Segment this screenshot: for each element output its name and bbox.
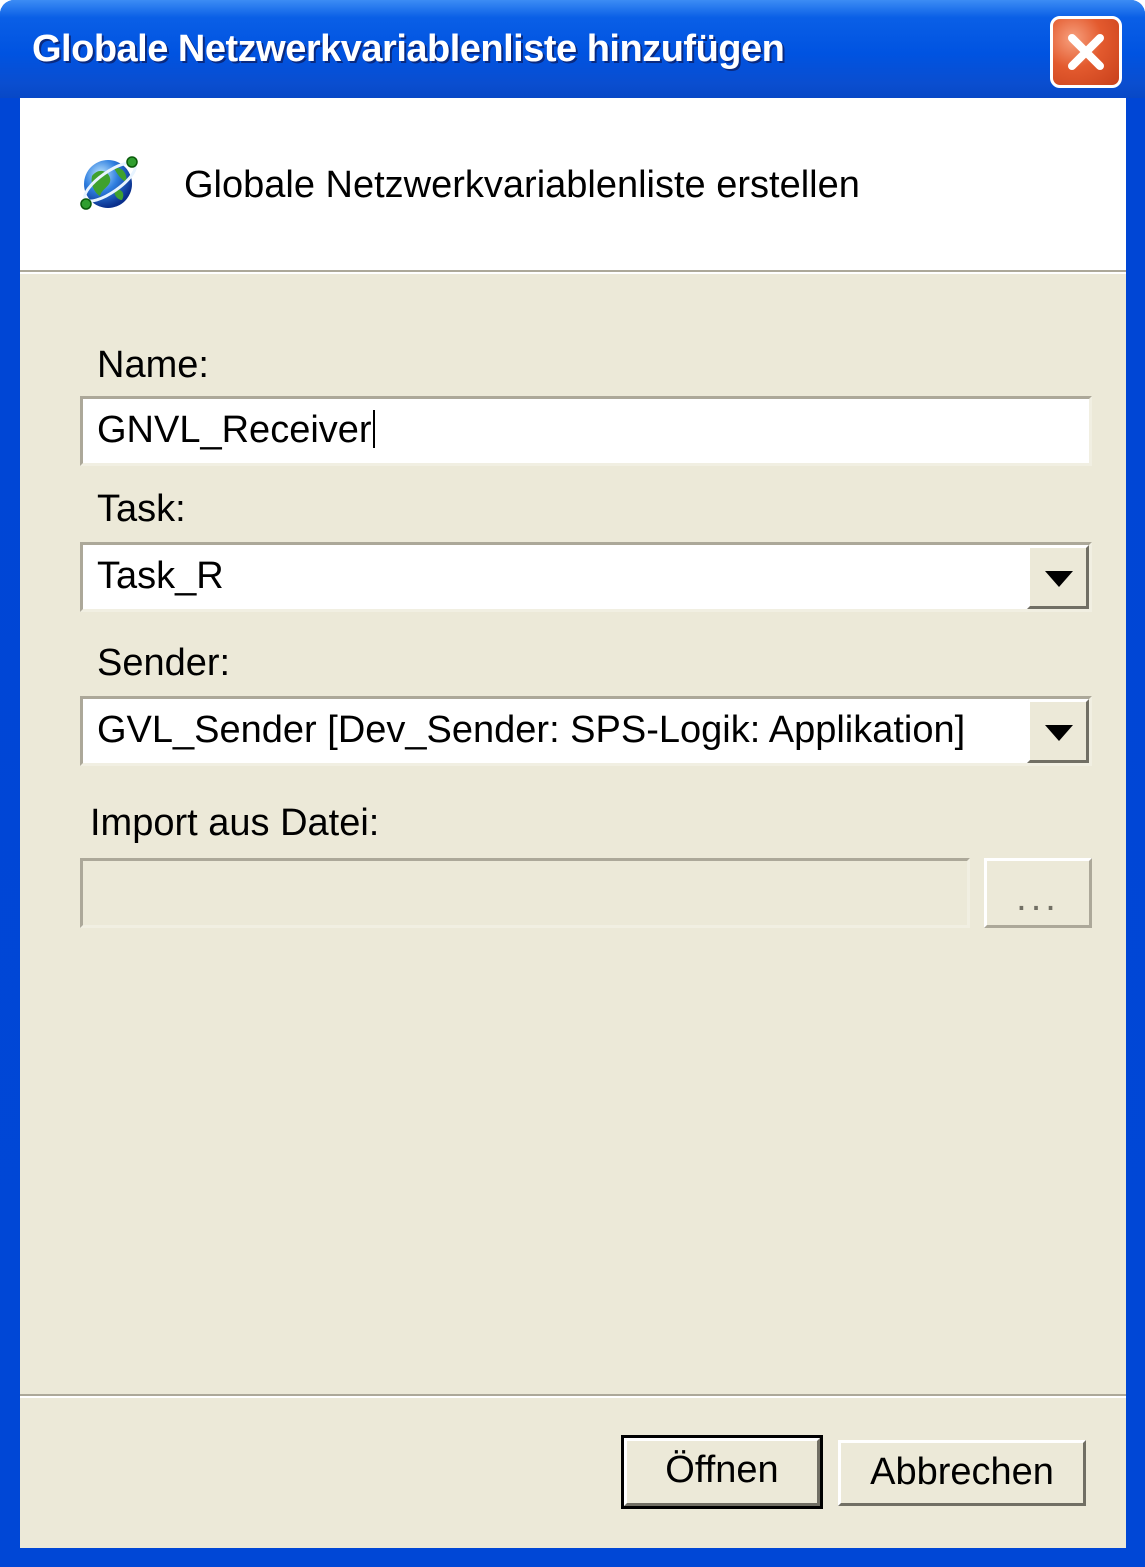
cancel-button[interactable]: Abbrechen [838,1440,1086,1506]
open-button[interactable]: Öffnen [621,1435,823,1509]
dialog-body: Globale Netzwerkvariablenliste erstellen… [20,98,1126,1548]
name-label: Name: [97,344,209,386]
task-select[interactable]: Task_R [80,542,1092,612]
close-icon [1068,34,1104,70]
footer-divider-highlight [20,1396,1126,1398]
sender-select[interactable]: GVL_Sender [Dev_Sender: SPS-Logik: Appli… [80,696,1092,766]
import-file-input [80,858,970,928]
task-label: Task: [97,488,186,530]
sender-select-value: GVL_Sender [Dev_Sender: SPS-Logik: Appli… [97,709,966,751]
header-title: Globale Netzwerkvariablenliste erstellen [184,164,860,206]
globe-network-icon [80,156,138,210]
name-input-value: GNVL_Receiver [97,409,372,451]
text-caret [372,410,375,448]
task-select-value: Task_R [97,555,224,597]
import-label: Import aus Datei: [90,802,380,844]
dialog-window: Globale Netzwerkvariablenliste hinzufüge… [0,0,1145,1567]
close-button[interactable] [1050,16,1122,88]
chevron-down-icon [1045,725,1073,741]
browse-button[interactable]: ... [984,858,1092,928]
header-divider-highlight [20,272,1126,274]
browse-button-label: ... [1016,877,1060,919]
dialog-header: Globale Netzwerkvariablenliste erstellen [20,98,1126,270]
window-title: Globale Netzwerkvariablenliste hinzufüge… [32,28,785,70]
name-input[interactable]: GNVL_Receiver [80,396,1092,466]
sender-label: Sender: [97,642,231,684]
chevron-down-icon [1045,571,1073,587]
title-bar[interactable]: Globale Netzwerkvariablenliste hinzufüge… [0,0,1145,98]
task-dropdown-button[interactable] [1027,545,1089,609]
sender-dropdown-button[interactable] [1027,699,1089,763]
